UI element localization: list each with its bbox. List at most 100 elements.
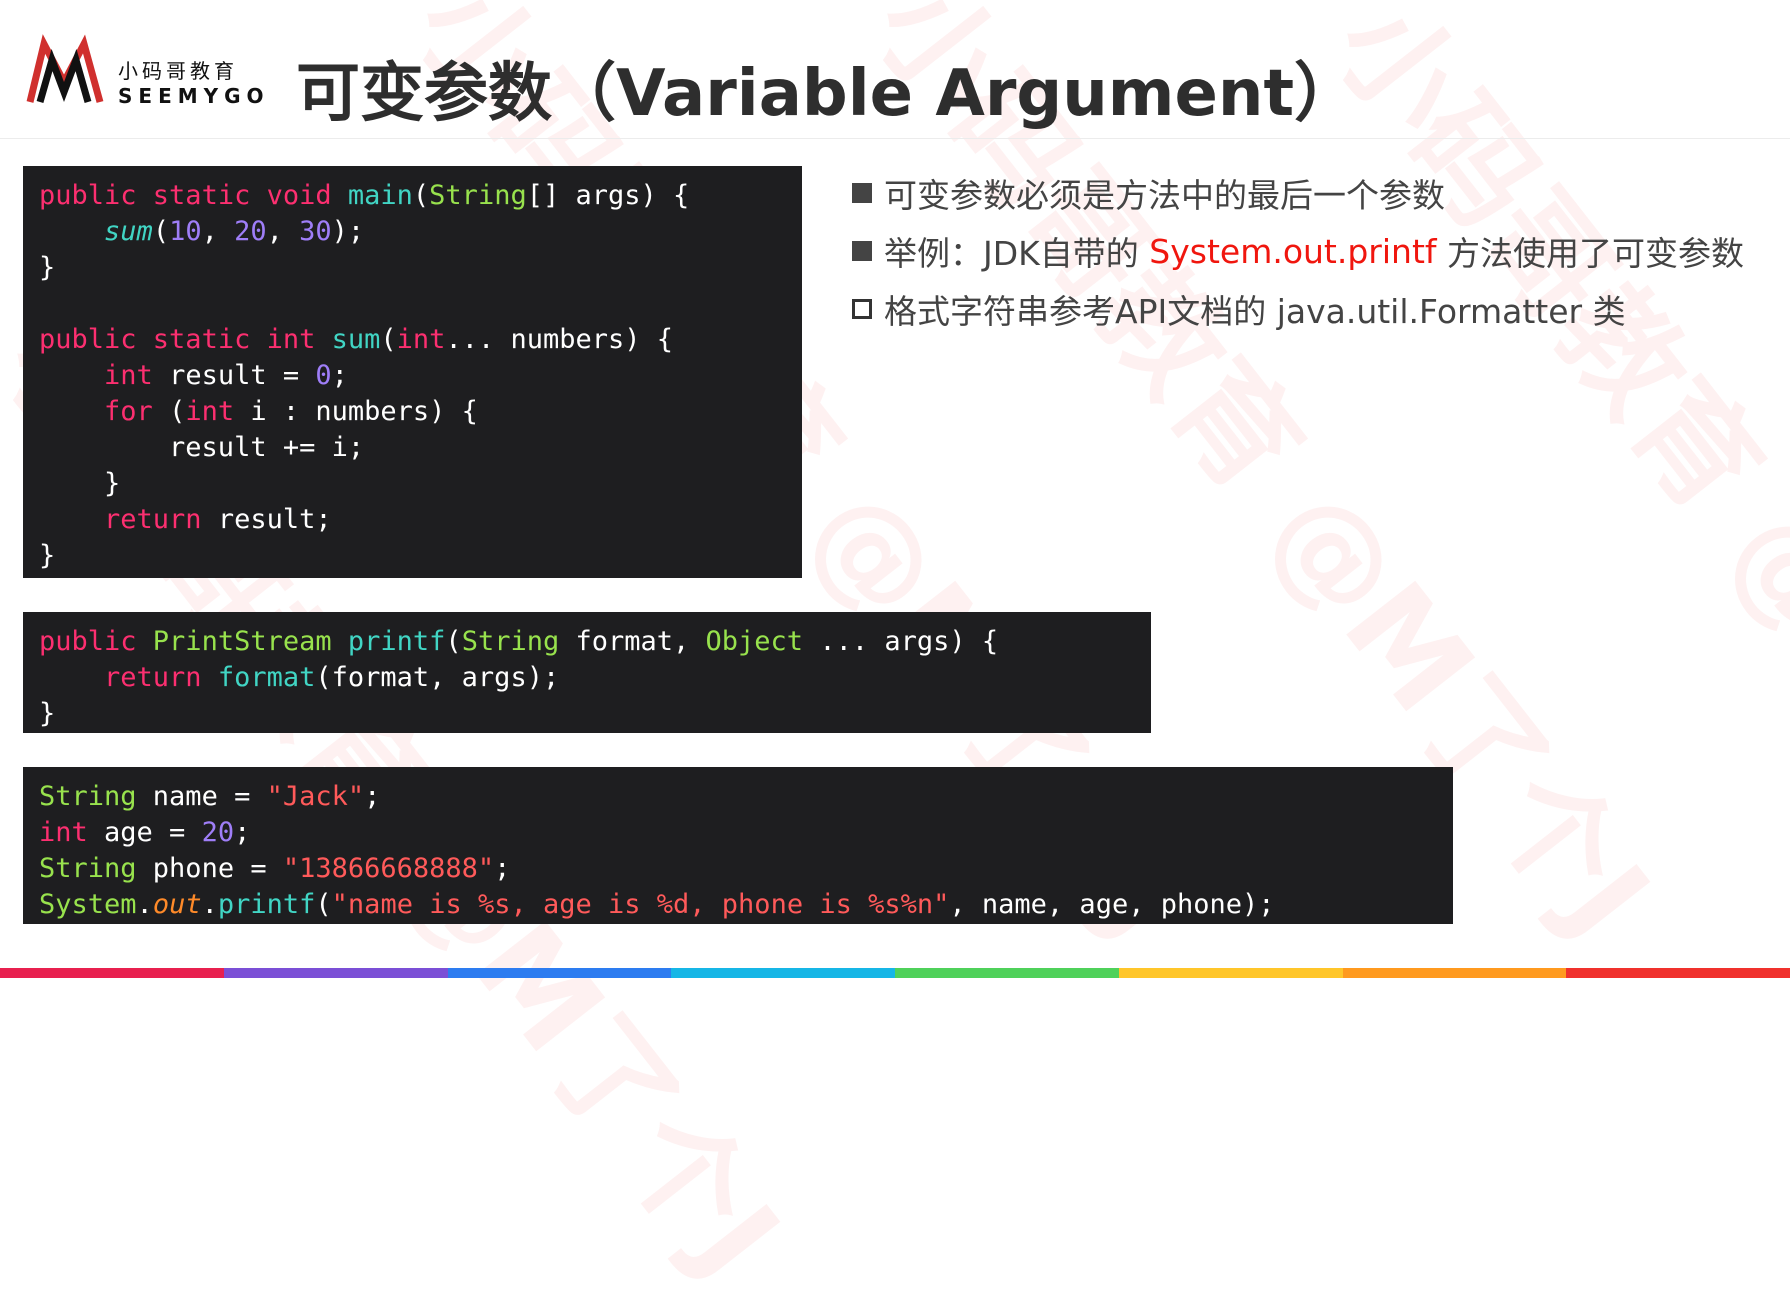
code-token: (format, args); [315, 662, 560, 693]
code-token: } [39, 252, 56, 283]
code-token: printf [217, 889, 316, 920]
bottom-bar-segment [1566, 968, 1790, 978]
code-line: for (int i : numbers) { [39, 394, 802, 430]
code-line: } [39, 466, 802, 502]
code-token: ( [169, 396, 186, 427]
code-token: int [266, 324, 332, 355]
code-token: int [39, 817, 105, 848]
code-token: , [266, 216, 300, 247]
code-token: ; [331, 360, 348, 391]
code-token: static [152, 180, 267, 211]
code-line: sum(10, 20, 30); [39, 214, 802, 250]
code-line: result += i; [39, 430, 802, 466]
bullet-text: 格式字符串参考API文档的 java.util.Formatter 类 [884, 292, 1626, 331]
header-divider [0, 138, 1790, 139]
code-token: phone = [152, 853, 283, 884]
code-line: return result; [39, 502, 802, 538]
code-token: sum [104, 216, 153, 247]
code-token: age = [104, 817, 202, 848]
code-token: format [217, 662, 316, 693]
code-token: String [39, 853, 153, 884]
code-token: } [39, 540, 56, 571]
code-token: ; [494, 853, 511, 884]
code-token: PrintStream [152, 626, 348, 657]
bottom-bar-segment [0, 968, 224, 978]
code-token: public [39, 626, 153, 657]
code-token: 20 [201, 817, 235, 848]
code-line: public static void main(String[] args) { [39, 178, 802, 214]
code-token: ( [445, 626, 462, 657]
filled-square-bullet-icon [852, 241, 872, 261]
code-token: static [152, 324, 267, 355]
code-token: Object [705, 626, 820, 657]
code-block-usage: String name = "Jack"; int age = 20; String… [23, 767, 1453, 924]
bullet-item: 格式字符串参考API文档的 java.util.Formatter 类 [852, 280, 1744, 338]
bullet-list: 可变参数必须是方法中的最后一个参数 举例：JDK自带的 System.out.pr… [852, 164, 1744, 338]
highlighted-code-ref: System.out.printf [1149, 231, 1437, 271]
bullet-text: 举例：JDK自带的 [884, 234, 1150, 273]
code-token: public [39, 324, 153, 355]
code-token: , [201, 216, 235, 247]
code-token: String [39, 781, 153, 812]
code-token: int [104, 360, 170, 391]
hollow-square-bullet-icon [852, 299, 872, 319]
code-token: public [39, 180, 153, 211]
code-token: , name, age, phone); [949, 889, 1275, 920]
code-token: void [266, 180, 348, 211]
code-token: ); [331, 216, 365, 247]
code-token: ( [380, 324, 397, 355]
code-token: for [104, 396, 170, 427]
code-token: ( [152, 216, 170, 247]
code-token: 20 [234, 216, 267, 247]
code-line: public PrintStream printf(String format,… [39, 624, 1151, 660]
code-token: . [201, 889, 218, 920]
code-block-sum: public static void main(String[] args) {… [23, 166, 802, 578]
code-token: } [39, 468, 121, 499]
code-token: ... numbers) { [445, 324, 674, 355]
code-line: String name = "Jack"; [39, 779, 1453, 815]
code-token: "name is %s, age is %d, phone is %s%n" [331, 889, 950, 920]
code-token: 10 [169, 216, 202, 247]
logo-text-en: SEEMYGO [118, 84, 270, 108]
code-line: return format(format, args); [39, 660, 1151, 696]
code-token: main [347, 180, 413, 211]
code-token: printf [347, 626, 446, 657]
code-token: name = [152, 781, 267, 812]
code-token: result += i; [39, 432, 365, 463]
code-token: ( [315, 889, 332, 920]
code-token: int [185, 396, 251, 427]
bottom-color-bar [0, 968, 1790, 978]
code-token: System [39, 889, 137, 920]
code-token: return [104, 662, 218, 693]
bullet-text: 可变参数必须是方法中的最后一个参数 [884, 176, 1445, 215]
code-token: i : numbers) { [250, 396, 478, 427]
filled-square-bullet-icon [852, 183, 872, 203]
code-token: 0 [315, 360, 332, 391]
code-line: } [39, 696, 1151, 732]
bullet-text: 方法使用了可变参数 [1436, 234, 1745, 273]
code-token: String [429, 180, 527, 211]
code-line: } [39, 250, 802, 286]
code-token: 30 [299, 216, 332, 247]
code-token: format, [575, 626, 706, 657]
bottom-bar-segment [1342, 968, 1567, 978]
code-token: ... args) { [819, 626, 999, 657]
code-line: System.out.printf("name is %s, age is %d… [39, 887, 1453, 923]
bottom-bar-segment [671, 968, 895, 978]
code-token: String [461, 626, 576, 657]
code-line: int age = 20; [39, 815, 1453, 851]
code-token: "13866668888" [282, 853, 495, 884]
code-token: result = [169, 360, 316, 391]
seemygo-logo [26, 34, 104, 103]
bullet-item: 可变参数必须是方法中的最后一个参数 [852, 164, 1744, 222]
code-line: int result = 0; [39, 358, 802, 394]
code-block-printf: public PrintStream printf(String format,… [23, 612, 1151, 733]
code-line: public static int sum(int... numbers) { [39, 322, 802, 358]
code-token: result; [217, 504, 332, 535]
